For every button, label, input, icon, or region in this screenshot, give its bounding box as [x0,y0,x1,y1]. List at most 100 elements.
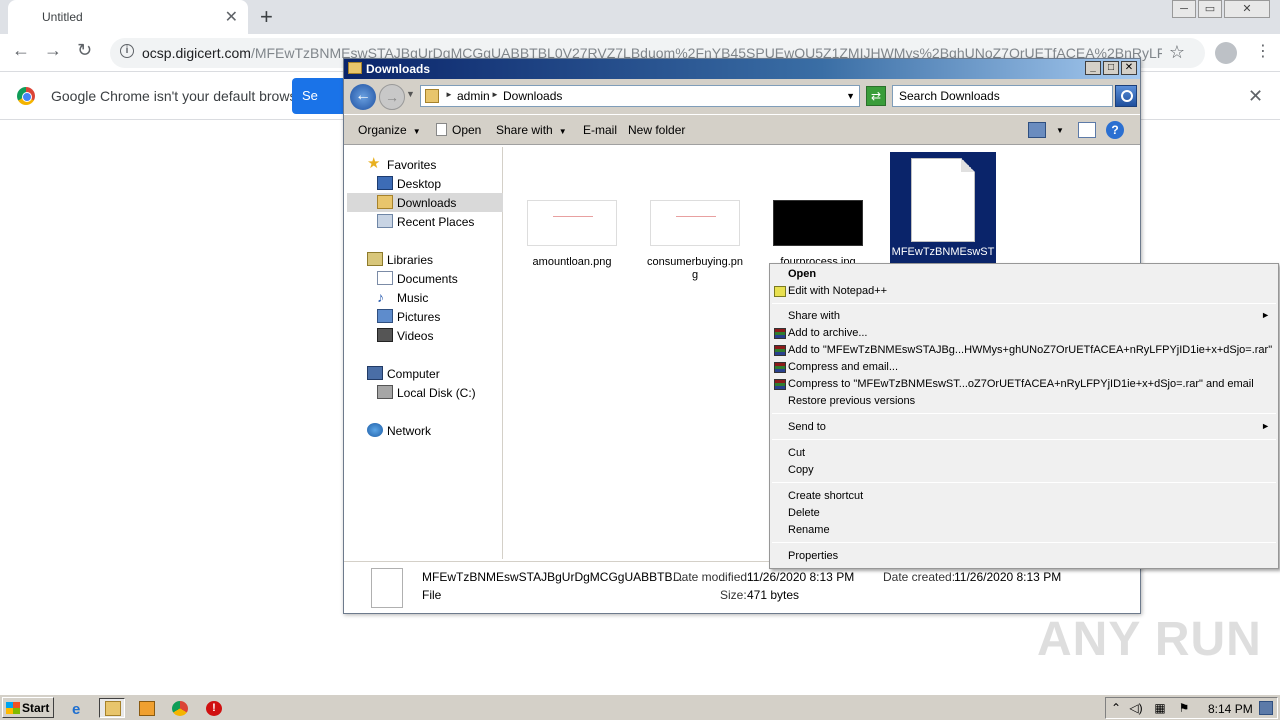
music-icon: ♪ [377,289,384,305]
menu-add-to-rar[interactable]: Add to "MFEwTzBNMEswSTAJBg...HWMys+ghUNo… [770,342,1278,359]
tab-title: Untitled [42,10,83,24]
desktop-icon [377,176,393,190]
menu-delete[interactable]: Delete [770,505,1278,522]
organize-menu[interactable]: Organize ▼ [358,123,421,137]
change-view-icon[interactable] [1028,122,1046,138]
info-icon[interactable]: i [120,44,134,58]
taskbar-stop-app[interactable]: ! [200,698,226,718]
menu-edit-notepad[interactable]: Edit with Notepad++ [770,283,1278,300]
recent-pages-chevron-icon[interactable]: ▼ [406,89,415,99]
menu-compress-email[interactable]: Compress and email... [770,359,1278,376]
winrar-icon [774,379,786,390]
start-button[interactable]: Start [2,697,54,718]
winrar-icon [774,362,786,373]
breadcrumb-downloads[interactable]: Downloads [503,89,562,103]
chevron-right-icon[interactable]: ► [491,90,499,99]
nav-videos[interactable]: Videos [347,326,503,345]
nav-pictures[interactable]: Pictures [347,307,503,326]
file-item[interactable]: consumerbuying.png [645,200,745,282]
search-input[interactable]: Search Downloads [892,85,1113,107]
refresh-button[interactable]: ⇄ [866,86,886,106]
folder-icon [425,89,439,103]
infobar-close-icon[interactable]: ✕ [1248,86,1263,107]
menu-cut[interactable]: Cut [770,445,1278,462]
menu-separator [772,542,1276,543]
tab-close-icon[interactable]: ✕ [225,7,238,27]
view-dropdown-icon[interactable]: ▼ [1056,126,1064,135]
file-item[interactable]: fourprocess.jpg [768,200,868,269]
taskbar-chrome[interactable] [166,698,192,718]
menu-open[interactable]: Open [770,266,1278,283]
file-item[interactable]: amountloan.png [522,200,622,269]
reload-icon[interactable]: ↻ [77,40,92,61]
nav-computer[interactable]: Computer [347,364,503,383]
chrome-tabstrip: Untitled ✕ + ─ ▭ ✕ [0,0,1280,34]
open-button[interactable]: Open [436,123,481,137]
show-hidden-icons-icon[interactable]: ⌃ [1109,701,1123,715]
explorer-address-bar[interactable]: ► admin ► Downloads ▼ [420,85,860,107]
restore-button[interactable]: ▭ [1198,0,1222,18]
menu-copy[interactable]: Copy [770,462,1278,479]
nav-documents[interactable]: Documents [347,269,503,288]
winrar-icon [774,345,786,356]
action-center-flag-icon[interactable]: ⚑ [1177,701,1191,715]
system-tray: ⌃ ◁) ▦ ⚑ 8:14 PM [1105,697,1278,719]
explorer-close-button[interactable]: ✕ [1121,61,1137,75]
file-item-selected[interactable]: MFEwTzBNMEswST [890,152,996,264]
taskbar-explorer[interactable] [99,698,125,718]
nav-recent-places[interactable]: Recent Places [347,212,503,231]
bookmark-star-icon[interactable]: ☆ [1169,42,1185,63]
clock[interactable]: 8:14 PM [1208,702,1253,716]
search-icon[interactable] [1115,85,1137,107]
menu-add-archive[interactable]: Add to archive... [770,325,1278,342]
close-button[interactable]: ✕ [1224,0,1270,18]
explorer-minimize-button[interactable]: _ [1085,61,1101,75]
menu-share-with[interactable]: Share with ► [770,308,1278,325]
show-desktop-icon[interactable] [1259,701,1273,715]
back-arrow-icon[interactable]: ← [12,40,30,61]
back-button[interactable]: ← [350,84,376,110]
nav-downloads[interactable]: Downloads [347,193,503,212]
nav-favorites[interactable]: ★ Favorites [347,155,503,174]
volume-icon[interactable]: ◁) [1129,701,1143,715]
explorer-titlebar[interactable]: Downloads _ □ ✕ [344,59,1140,79]
nav-libraries[interactable]: Libraries [347,250,503,269]
email-button[interactable]: E-mail [583,123,617,137]
help-icon[interactable]: ? [1106,121,1124,139]
date-modified-value: 11/26/2020 8:13 PM [747,570,855,584]
explorer-maximize-button[interactable]: □ [1103,61,1119,75]
menu-create-shortcut[interactable]: Create shortcut [770,488,1278,505]
menu-restore-versions[interactable]: Restore previous versions [770,393,1278,410]
nav-network[interactable]: Network [347,421,503,440]
new-folder-button[interactable]: New folder [628,123,685,137]
preview-pane-icon[interactable] [1078,122,1096,138]
forward-arrow-icon[interactable]: → [44,40,62,61]
nav-music[interactable]: ♪ Music [347,288,503,307]
menu-send-to[interactable]: Send to ► [770,419,1278,436]
navigation-pane: ★ Favorites Desktop Downloads Recent Plac… [347,147,503,559]
nav-desktop[interactable]: Desktop [347,174,503,193]
nav-local-disk[interactable]: Local Disk (C:) [347,383,503,402]
menu-separator [772,439,1276,440]
image-thumbnail [527,200,617,246]
profile-avatar[interactable] [1215,42,1237,64]
minimize-button[interactable]: ─ [1172,0,1196,18]
network-tray-icon[interactable]: ▦ [1153,701,1167,715]
menu-properties[interactable]: Properties [770,548,1278,565]
share-with-menu[interactable]: Share with ▼ [496,123,567,137]
submenu-arrow-icon: ► [1261,421,1270,431]
taskbar-media-player[interactable] [133,698,159,718]
pictures-icon [377,309,393,323]
chevron-right-icon[interactable]: ► [445,90,453,99]
anyrun-watermark: ANY RUN [1037,613,1262,666]
forward-button[interactable]: → [379,84,405,110]
browser-tab[interactable]: Untitled ✕ [8,0,248,34]
notepad-icon [774,286,786,297]
address-dropdown-icon[interactable]: ▼ [846,91,855,101]
new-tab-button[interactable]: + [260,4,273,30]
breadcrumb-admin[interactable]: admin [457,89,490,103]
menu-kebab-icon[interactable]: ⋮ [1255,41,1271,61]
menu-rename[interactable]: Rename [770,522,1278,539]
taskbar-ie[interactable]: e [66,698,92,718]
menu-compress-rar-email[interactable]: Compress to "MFEwTzBNMEswST...oZ7OrUETfA… [770,376,1278,393]
